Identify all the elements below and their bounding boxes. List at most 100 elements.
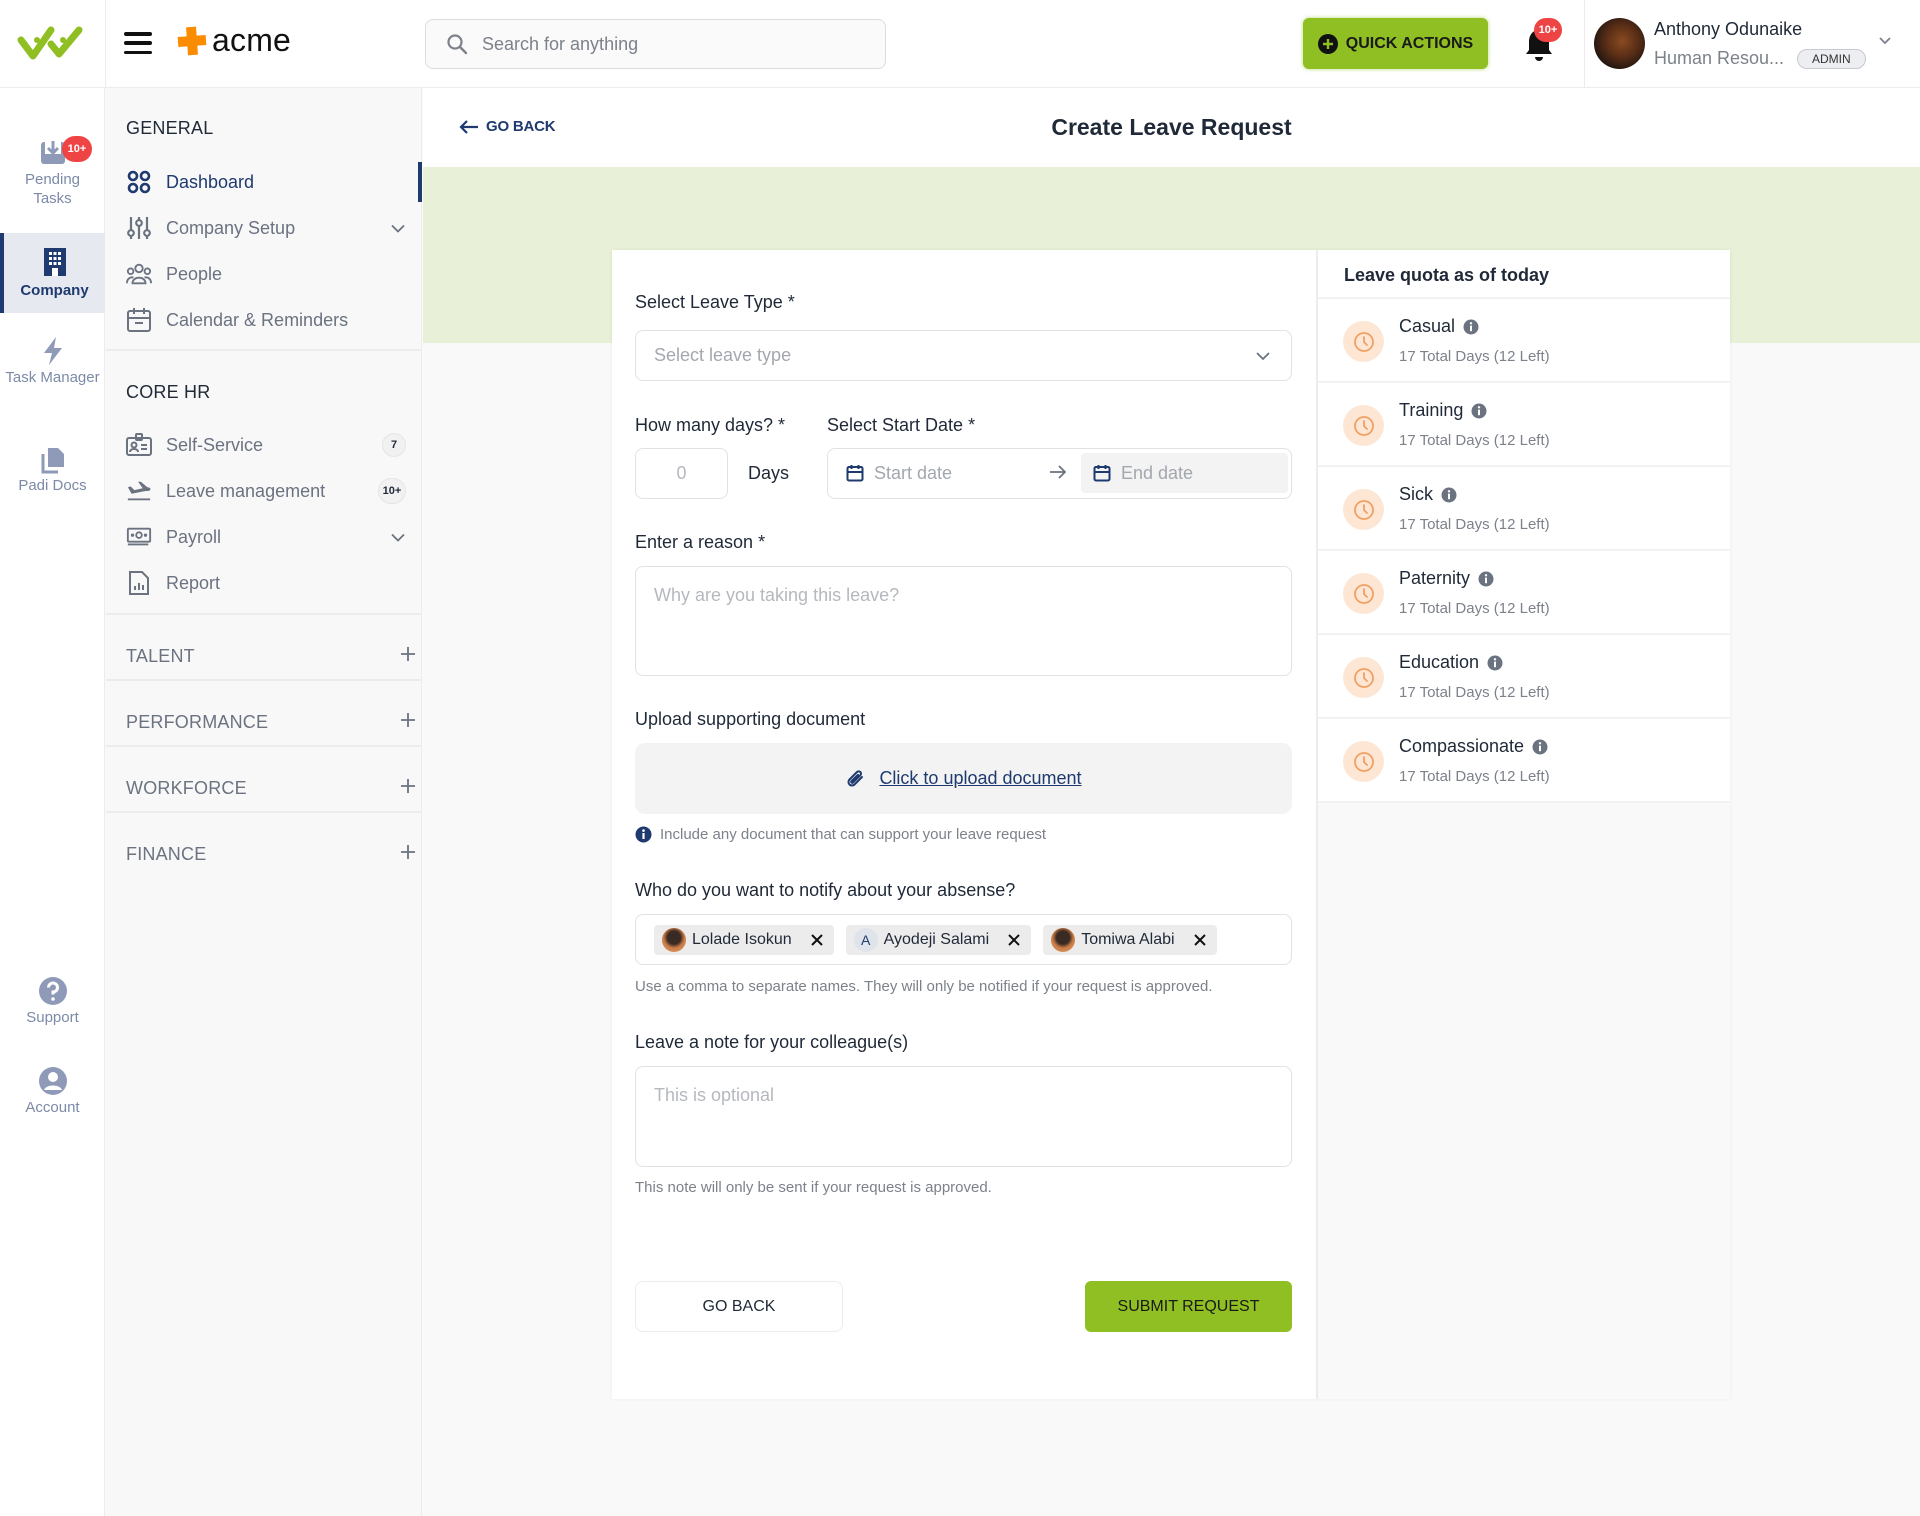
chevron-down-icon[interactable] [390,218,406,239]
quota-name-text: Sick [1399,484,1434,504]
days-input[interactable] [635,448,728,499]
quota-name: Casual [1399,316,1479,337]
info-icon[interactable] [1532,739,1548,755]
days-unit: Days [748,463,790,483]
upload-hint: Include any document that can support yo… [635,826,1046,843]
sidebar-group-talent[interactable]: TALENT [126,636,416,676]
remove-icon[interactable] [810,933,824,947]
sidebar-item-self-service[interactable]: Self-Service 7 [126,425,416,465]
upload-link[interactable]: Click to upload document [879,768,1081,789]
recipient-name: Ayodeji Salami [883,930,990,948]
plus-icon [400,646,416,667]
end-date-input[interactable]: End date [1081,453,1288,493]
notify-input[interactable]: Lolade Isokun A Ayodeji Salami Tomiwa Al… [635,914,1292,965]
start-date-input[interactable]: Start date [846,449,952,497]
acme-plus-logo-icon [177,26,207,55]
plane-departure-icon [126,478,152,504]
start-date-placeholder: Start date [874,462,953,483]
sidebar-item-leave-management[interactable]: Leave management 10+ [126,471,416,511]
start-date-label: Select Start Date * [827,415,976,435]
end-date-placeholder: End date [1121,462,1194,483]
recipient-chip: Lolade Isokun [654,924,834,955]
sidebar-item-payroll[interactable]: Payroll [126,517,416,557]
rail-item-support[interactable]: Support [0,976,105,1032]
quota-title: Leave quota as of today [1344,265,1550,285]
menu-toggle-icon[interactable] [124,30,152,56]
recipient-avatar [1051,927,1076,952]
clock-icon [1343,405,1384,446]
info-icon[interactable] [1487,655,1503,671]
help-circle-icon [38,977,67,1005]
quota-name-text: Education [1399,652,1480,672]
rail-item-label: Task Manager [5,369,100,386]
info-icon[interactable] [1471,403,1487,419]
clock-icon [1343,657,1384,698]
sidebar-group-finance[interactable]: FINANCE [126,834,416,874]
info-icon[interactable] [1478,571,1494,587]
nav-label: Calendar & Reminders [166,309,349,330]
info-icon[interactable] [1463,319,1479,335]
rail-item-company[interactable]: Company [0,233,105,313]
remove-icon[interactable] [1007,933,1021,947]
sidebar-nav: GENERAL Dashboard Company Setup People C… [106,88,422,1516]
sidebar-item-company-setup[interactable]: Company Setup [126,208,416,248]
app-logo[interactable] [0,0,105,88]
rail-item-pending-tasks[interactable]: 10+ Pending Tasks [0,136,105,210]
upload-dropzone[interactable]: Click to upload document [635,743,1292,814]
count-badge: 10+ [378,478,406,504]
sidebar-item-people[interactable]: People [126,254,416,294]
nav-label: People [166,263,223,284]
search-box[interactable] [425,19,886,69]
quick-actions-button[interactable]: QUICK ACTIONS [1303,18,1488,69]
nav-section-general: GENERAL [126,118,214,138]
quota-item: Casual 17 Total Days (12 Left) [1318,299,1730,383]
divider [106,349,422,351]
notify-label: Who do you want to notify about your abs… [635,880,1016,900]
nav-group-label: WORKFORCE [126,777,247,798]
upload-label: Upload supporting document [635,709,866,729]
user-avatar[interactable] [1594,18,1645,69]
sidebar-group-performance[interactable]: PERFORMANCE [126,702,416,742]
go-back-button[interactable]: GO BACK [635,1281,843,1332]
chevron-down-icon[interactable] [390,527,406,548]
chevron-down-icon[interactable] [1878,36,1892,46]
plus-icon [400,778,416,799]
rail-item-task-manager[interactable]: Task Manager [0,336,105,406]
rail-item-account[interactable]: Account [0,1066,105,1122]
recipient-avatar [662,927,686,952]
note-label: Leave a note for your colleague(s) [635,1032,909,1052]
divider [1584,0,1585,88]
info-icon[interactable] [1441,487,1457,503]
sidebar-item-dashboard[interactable]: Dashboard [126,162,416,202]
note-textarea[interactable] [635,1066,1292,1167]
nav-group-label: FINANCE [126,843,207,864]
nav-label: Report [166,572,221,593]
quota-name: Training [1399,400,1487,421]
divider [106,613,422,615]
chevron-down-icon [1256,351,1270,360]
quota-detail: 17 Total Days (12 Left) [1399,600,1550,617]
quota-name-text: Training [1399,400,1464,420]
quota-item: Training 17 Total Days (12 Left) [1318,383,1730,467]
leave-type-select[interactable]: Select leave type [635,330,1292,381]
quota-detail: 17 Total Days (12 Left) [1399,516,1550,533]
user-role-badge: ADMIN [1797,49,1866,69]
submit-request-button[interactable]: SUBMIT REQUEST [1085,1281,1292,1332]
reason-textarea[interactable] [635,566,1292,676]
sidebar-group-workforce[interactable]: WORKFORCE [126,768,416,808]
divider [106,811,422,813]
remove-icon[interactable] [1193,933,1207,947]
sidebar-item-calendar[interactable]: Calendar & Reminders [126,300,416,340]
pending-tasks-badge: 10+ [62,136,92,162]
nav-label: Dashboard [166,171,255,192]
go-back-link[interactable]: GO BACK [458,118,556,135]
quota-name-text: Paternity [1399,568,1471,588]
sidebar-item-report[interactable]: Report [126,563,416,603]
rail-item-padi-docs[interactable]: Padi Docs [0,446,105,502]
quick-actions-label: QUICK ACTIONS [1345,34,1474,52]
arrow-right-icon [1050,465,1067,479]
search-input[interactable] [482,33,862,55]
clock-icon [1343,321,1384,362]
lightning-icon [43,337,62,365]
leave-request-card: Select Leave Type * Select leave type Ho… [612,250,1730,1399]
